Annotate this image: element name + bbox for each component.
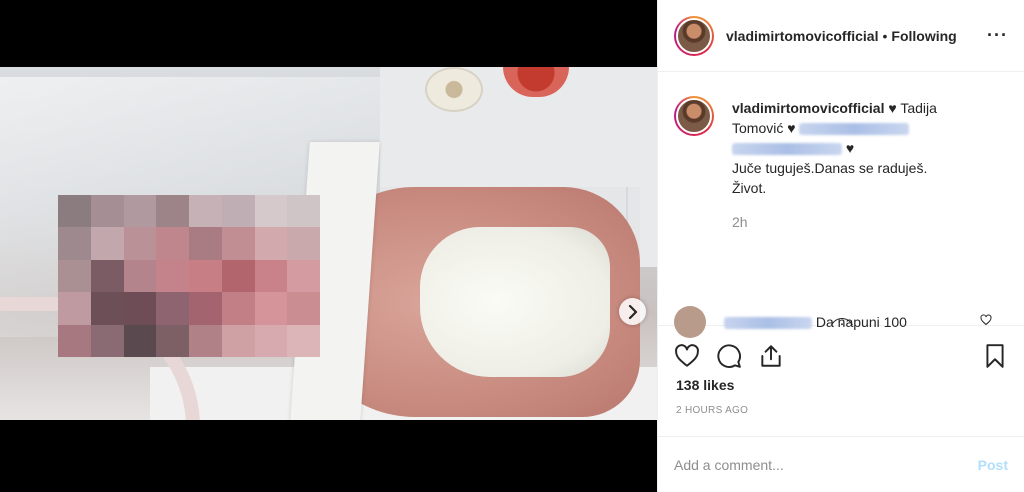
post-details-panel: vladimirtomovicofficial • Following ··· …: [657, 0, 1024, 492]
caption-avatar[interactable]: [674, 96, 714, 136]
share-icon[interactable]: [758, 343, 784, 369]
blurred-mention: [799, 123, 910, 136]
bookmark-icon[interactable]: [982, 343, 1008, 369]
comment-text: Da napuni 100: [815, 314, 907, 330]
caption-line: Juče tuguješ.Danas se raduješ.: [732, 160, 928, 176]
comment-like-icon[interactable]: [980, 314, 992, 326]
comments-area: vladimirtomovicofficial ♥ Tadija Tomović…: [658, 72, 1024, 326]
next-slide-button[interactable]: [619, 298, 646, 325]
action-bar: [658, 336, 1024, 376]
likes-count[interactable]: 138 likes: [676, 377, 734, 393]
blurred-mention: [732, 143, 842, 156]
caption-line: Život.: [732, 180, 767, 196]
comment-input[interactable]: [674, 456, 978, 473]
separator-dot: •: [882, 27, 888, 44]
avatar[interactable]: [674, 15, 714, 56]
post-comment-button[interactable]: Post: [978, 457, 1008, 473]
comment-icon[interactable]: [716, 343, 742, 369]
like-heart-icon[interactable]: [674, 343, 700, 369]
comment-body: Da napuni 100: [724, 314, 907, 330]
add-comment-bar: Post: [658, 436, 1024, 492]
chevron-right-icon: [628, 304, 637, 319]
pixelated-censor: [58, 195, 320, 357]
blurred-username: [724, 317, 812, 330]
more-options-icon[interactable]: ···: [987, 25, 1008, 46]
post-photo[interactable]: [0, 67, 657, 420]
post-timestamp[interactable]: 2 HOURS AGO: [676, 405, 748, 416]
caption: vladimirtomovicofficial ♥ Tadija Tomović…: [674, 96, 1008, 198]
caption-username[interactable]: vladimirtomovicofficial: [732, 100, 884, 116]
comment-preview: Da napuni 100: [674, 306, 992, 338]
header-username[interactable]: vladimirtomovicofficial: [726, 28, 878, 44]
post-media: [0, 0, 657, 492]
heart-emoji: ♥: [787, 120, 796, 136]
heart-emoji: ♥: [845, 140, 855, 156]
commenter-avatar[interactable]: [674, 306, 706, 338]
heart-emoji: ♥: [888, 100, 897, 116]
caption-text: vladimirtomovicofficial ♥ Tadija Tomović…: [732, 98, 982, 198]
post-header: vladimirtomovicofficial • Following ···: [658, 0, 1024, 72]
following-button[interactable]: Following: [891, 28, 956, 44]
caption-time[interactable]: 2h: [732, 214, 1008, 230]
